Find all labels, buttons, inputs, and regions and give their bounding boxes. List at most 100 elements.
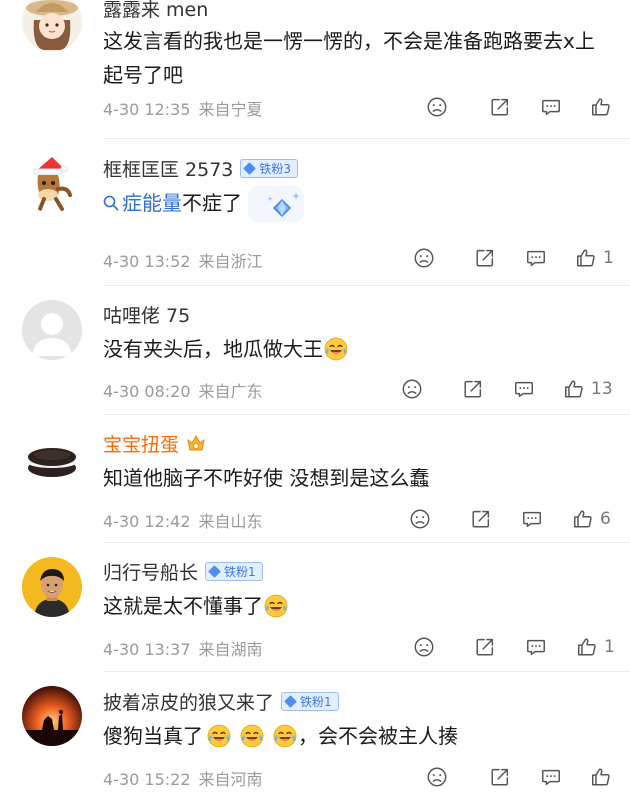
comment-date: 4-30 12:42 — [103, 512, 191, 531]
laughing-tears-emoji — [324, 337, 348, 361]
username-row: 归行号船长 铁粉1 — [103, 557, 263, 585]
avatar[interactable] — [22, 430, 82, 490]
share-button[interactable] — [474, 245, 496, 271]
like-button[interactable]: 13 — [563, 376, 613, 402]
thumbs-up-icon — [565, 380, 583, 398]
laughing-tears-emoji — [240, 724, 264, 748]
frown-face-icon — [427, 97, 447, 117]
like-button[interactable]: 1 — [575, 245, 614, 271]
like-button[interactable] — [590, 94, 618, 120]
share-icon — [476, 249, 494, 267]
comment-meta: 4-30 15:22 来自河南 — [103, 766, 263, 790]
avatar[interactable] — [22, 0, 82, 52]
comment-location: 来自广东 — [198, 382, 263, 401]
like-button[interactable] — [590, 764, 618, 790]
username[interactable]: 咕哩佬 75 — [103, 301, 190, 328]
fan-badge-label: 铁粉3 — [259, 161, 292, 176]
thumbs-up-icon — [592, 768, 610, 786]
frown-face-icon — [414, 637, 434, 657]
username-row: 露露来 men — [103, 0, 208, 22]
share-button[interactable] — [489, 94, 511, 120]
comment-button[interactable] — [540, 764, 562, 790]
dislike-button[interactable] — [426, 764, 448, 790]
dislike-button[interactable] — [413, 245, 435, 271]
comment-text-body: 没有夹头后，地瓜做大王 — [103, 337, 323, 361]
comment-icon — [542, 769, 560, 786]
comment-text-rest: ，会不会被主人揍 — [298, 724, 458, 748]
divider — [103, 671, 630, 672]
comment-text: 症能量不症了 — [103, 186, 604, 222]
laughing-tears-emoji — [207, 724, 231, 748]
share-icon — [491, 768, 509, 786]
comment-meta: 4-30 12:35 来自宁夏 — [103, 96, 263, 120]
comment-text-rest: 不症了 — [182, 191, 242, 215]
comment-button[interactable] — [525, 245, 547, 271]
comment-button[interactable] — [525, 634, 547, 660]
comment-icon — [542, 99, 560, 116]
diamond-icon — [284, 694, 297, 708]
comment-meta: 4-30 12:42 来自山东 — [103, 508, 263, 532]
comment-text: 没有夹头后，地瓜做大王 — [103, 332, 604, 366]
thumbs-up-icon — [574, 510, 592, 528]
laughing-tears-emoji — [264, 594, 288, 618]
avatar[interactable] — [22, 686, 82, 746]
comment-meta: 4-30 13:52 来自浙江 — [103, 248, 263, 272]
frown-face-icon — [410, 509, 430, 529]
divider — [103, 285, 630, 286]
comment-button[interactable] — [540, 94, 562, 120]
topic-link[interactable]: 症能量 — [103, 191, 182, 215]
laughing-tears-emoji — [273, 724, 297, 748]
share-button[interactable] — [462, 376, 484, 402]
comment-date: 4-30 13:37 — [103, 640, 191, 659]
share-button[interactable] — [470, 506, 492, 532]
like-count: 1 — [603, 248, 614, 268]
thumbs-up-icon — [578, 638, 596, 656]
share-icon — [491, 98, 509, 116]
comment-text: 知道他脑子不咋好使 没想到是这么蠢 — [103, 466, 430, 490]
username[interactable]: 披着凉皮的狼又来了 — [103, 688, 274, 715]
comment-date: 4-30 13:52 — [103, 252, 191, 271]
avatar[interactable] — [22, 153, 82, 213]
sparkle-diamond-sticker — [248, 186, 305, 222]
like-button[interactable]: 1 — [576, 634, 615, 660]
like-count: 1 — [604, 637, 615, 657]
comment-date: 4-30 15:22 — [103, 770, 191, 789]
comment-button[interactable] — [513, 376, 535, 402]
username-row: 咕哩佬 75 — [103, 300, 190, 328]
username[interactable]: 归行号船长 — [103, 558, 198, 585]
divider — [103, 414, 630, 415]
dislike-button[interactable] — [409, 506, 431, 532]
comment-meta: 4-30 13:37 来自湖南 — [103, 636, 263, 660]
comment-icon — [515, 381, 533, 398]
comment-icon — [527, 250, 545, 267]
avatar[interactable] — [22, 300, 82, 360]
like-count: 13 — [591, 379, 613, 399]
comment-meta: 4-30 08:20 来自广东 — [103, 378, 263, 402]
divider — [103, 138, 630, 139]
share-icon — [472, 510, 490, 528]
fan-badge: 铁粉3 — [240, 158, 299, 178]
diamond-icon — [243, 161, 257, 175]
fan-badge: 铁粉1 — [281, 691, 339, 711]
username-row: 宝宝扭蛋 — [103, 429, 207, 457]
dislike-button[interactable] — [413, 634, 435, 660]
comment-date: 4-30 12:35 — [103, 100, 191, 119]
comment-date: 4-30 08:20 — [103, 382, 191, 401]
search-icon — [103, 195, 119, 211]
share-button[interactable] — [474, 634, 496, 660]
dislike-button[interactable] — [401, 376, 423, 402]
frown-face-icon — [427, 767, 447, 787]
username[interactable]: 宝宝扭蛋 — [103, 430, 179, 457]
username[interactable]: 框框匡匡 2573 — [103, 155, 233, 182]
like-button[interactable]: 6 — [572, 506, 611, 532]
comment-button[interactable] — [521, 506, 543, 532]
thumbs-up-icon — [577, 249, 595, 267]
thumbs-up-icon — [592, 98, 610, 116]
avatar[interactable] — [22, 557, 82, 617]
dislike-button[interactable] — [426, 94, 448, 120]
share-button[interactable] — [489, 764, 511, 790]
username-row: 框框匡匡 2573 铁粉3 — [103, 154, 299, 182]
username[interactable]: 露露来 men — [103, 0, 208, 22]
fan-badge-label: 铁粉1 — [300, 694, 332, 709]
share-icon — [464, 380, 482, 398]
